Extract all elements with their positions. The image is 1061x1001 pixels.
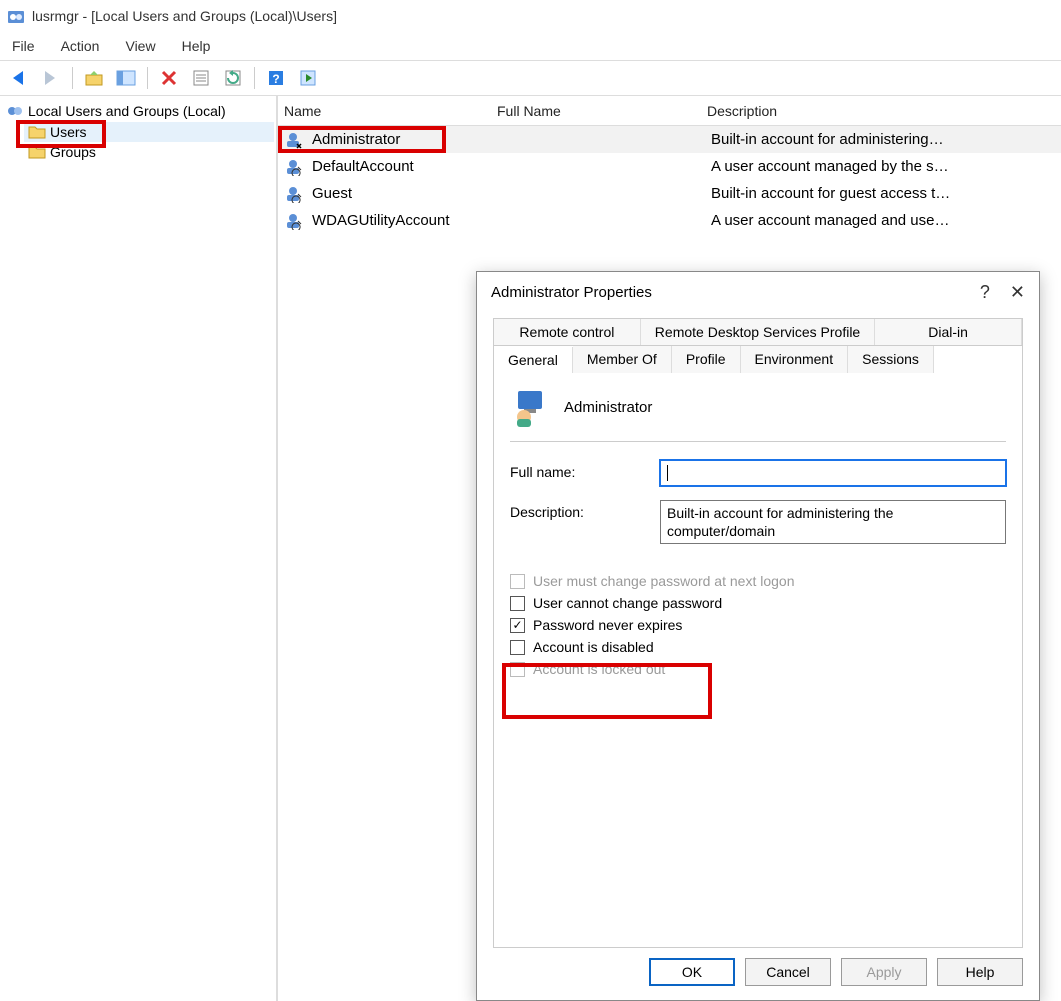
tree-root[interactable]: Local Users and Groups (Local) xyxy=(2,100,274,122)
toolbar: ? xyxy=(0,60,1061,96)
user-disabled-icon xyxy=(284,131,302,149)
menu-bar: File Action View Help xyxy=(0,32,1061,60)
cell-desc: Built-in account for guest access t… xyxy=(707,185,1061,202)
check-cannot-change-pw[interactable]: User cannot change password xyxy=(510,595,1006,611)
tab-dial-in[interactable]: Dial-in xyxy=(875,319,1022,345)
cell-name: Guest xyxy=(306,185,497,202)
cell-desc: A user account managed by the s… xyxy=(707,158,1061,175)
tab-rds-profile[interactable]: Remote Desktop Services Profile xyxy=(641,319,875,345)
check-account-locked: Account is locked out xyxy=(510,661,1006,677)
ok-button[interactable]: OK xyxy=(649,958,735,986)
menu-action[interactable]: Action xyxy=(57,36,104,56)
tree-item-groups[interactable]: Groups xyxy=(24,142,274,162)
check-must-change-pw: User must change password at next logon xyxy=(510,573,1006,589)
input-description[interactable]: Built-in account for administering the c… xyxy=(660,500,1006,544)
action-icon[interactable] xyxy=(295,65,321,91)
col-desc[interactable]: Description xyxy=(703,103,1061,119)
user-icon xyxy=(284,185,302,203)
folder-icon xyxy=(28,144,46,160)
dialog-user-name: Administrator xyxy=(564,399,652,416)
tab-remote-control[interactable]: Remote control xyxy=(494,319,641,345)
svg-text:?: ? xyxy=(272,72,279,86)
window-title: lusrmgr - [Local Users and Groups (Local… xyxy=(32,8,337,24)
col-full[interactable]: Full Name xyxy=(493,103,703,119)
tab-sessions[interactable]: Sessions xyxy=(848,346,934,373)
tree-item-users[interactable]: Users xyxy=(24,122,274,142)
list-row-wdag[interactable]: WDAGUtilityAccount A user account manage… xyxy=(278,207,1061,234)
label-description: Description: xyxy=(510,500,660,520)
checkbox-icon[interactable]: ✓ xyxy=(510,618,525,633)
help-icon[interactable]: ? xyxy=(263,65,289,91)
checkbox-icon xyxy=(510,662,525,677)
show-hide-tree-icon[interactable] xyxy=(113,65,139,91)
input-full-name[interactable] xyxy=(660,460,1006,486)
app-icon xyxy=(6,6,26,26)
label-full-name: Full name: xyxy=(510,460,660,480)
tree-item-label: Groups xyxy=(50,144,96,160)
tree-item-label: Users xyxy=(50,124,87,140)
dialog-titlebar: Administrator Properties ? ✕ xyxy=(477,272,1039,312)
cell-desc: Built-in account for administering… xyxy=(707,131,1061,148)
back-icon[interactable] xyxy=(6,65,32,91)
cell-name: DefaultAccount xyxy=(306,158,497,175)
col-name[interactable]: Name xyxy=(278,103,493,119)
user-icon xyxy=(284,212,302,230)
check-account-disabled[interactable]: Account is disabled xyxy=(510,639,1006,655)
checkbox-icon[interactable] xyxy=(510,596,525,611)
title-bar: lusrmgr - [Local Users and Groups (Local… xyxy=(0,0,1061,32)
menu-help[interactable]: Help xyxy=(178,36,215,56)
tab-strip: Remote control Remote Desktop Services P… xyxy=(493,318,1023,373)
group-root-icon xyxy=(6,102,24,120)
user-icon xyxy=(284,158,302,176)
cell-name: Administrator xyxy=(306,131,497,148)
list-row-administrator[interactable]: Administrator Built-in account for admin… xyxy=(278,126,1061,153)
list-header: Name Full Name Description xyxy=(278,96,1061,126)
check-pw-never-expires[interactable]: ✓ Password never expires xyxy=(510,617,1006,633)
user-large-icon xyxy=(510,387,550,427)
refresh-icon[interactable] xyxy=(220,65,246,91)
menu-view[interactable]: View xyxy=(121,36,159,56)
tree-root-label: Local Users and Groups (Local) xyxy=(28,103,226,119)
list-row-defaultaccount[interactable]: DefaultAccount A user account managed by… xyxy=(278,153,1061,180)
menu-file[interactable]: File xyxy=(8,36,39,56)
tree-pane: Local Users and Groups (Local) Users Gro… xyxy=(0,96,278,1001)
apply-button[interactable]: Apply xyxy=(841,958,927,986)
tab-member-of[interactable]: Member Of xyxy=(573,346,672,373)
cell-name: WDAGUtilityAccount xyxy=(306,212,497,229)
cell-desc: A user account managed and use… xyxy=(707,212,1061,229)
dialog-help-icon[interactable]: ? xyxy=(980,282,990,303)
tab-profile[interactable]: Profile xyxy=(672,346,741,373)
cancel-button[interactable]: Cancel xyxy=(745,958,831,986)
divider xyxy=(510,441,1006,442)
help-button[interactable]: Help xyxy=(937,958,1023,986)
up-folder-icon[interactable] xyxy=(81,65,107,91)
properties-dialog: Administrator Properties ? ✕ Remote cont… xyxy=(476,271,1040,1001)
properties-icon[interactable] xyxy=(188,65,214,91)
tab-environment[interactable]: Environment xyxy=(741,346,849,373)
forward-icon[interactable] xyxy=(38,65,64,91)
list-row-guest[interactable]: Guest Built-in account for guest access … xyxy=(278,180,1061,207)
dialog-buttons: OK Cancel Apply Help xyxy=(477,948,1039,1000)
tab-content-general: Administrator Full name: Description: Bu… xyxy=(493,373,1023,948)
delete-icon[interactable] xyxy=(156,65,182,91)
checkbox-icon[interactable] xyxy=(510,640,525,655)
tab-general[interactable]: General xyxy=(494,347,573,374)
checkbox-icon xyxy=(510,574,525,589)
dialog-close-icon[interactable]: ✕ xyxy=(1010,282,1025,303)
folder-icon xyxy=(28,124,46,140)
dialog-title: Administrator Properties xyxy=(491,284,652,301)
